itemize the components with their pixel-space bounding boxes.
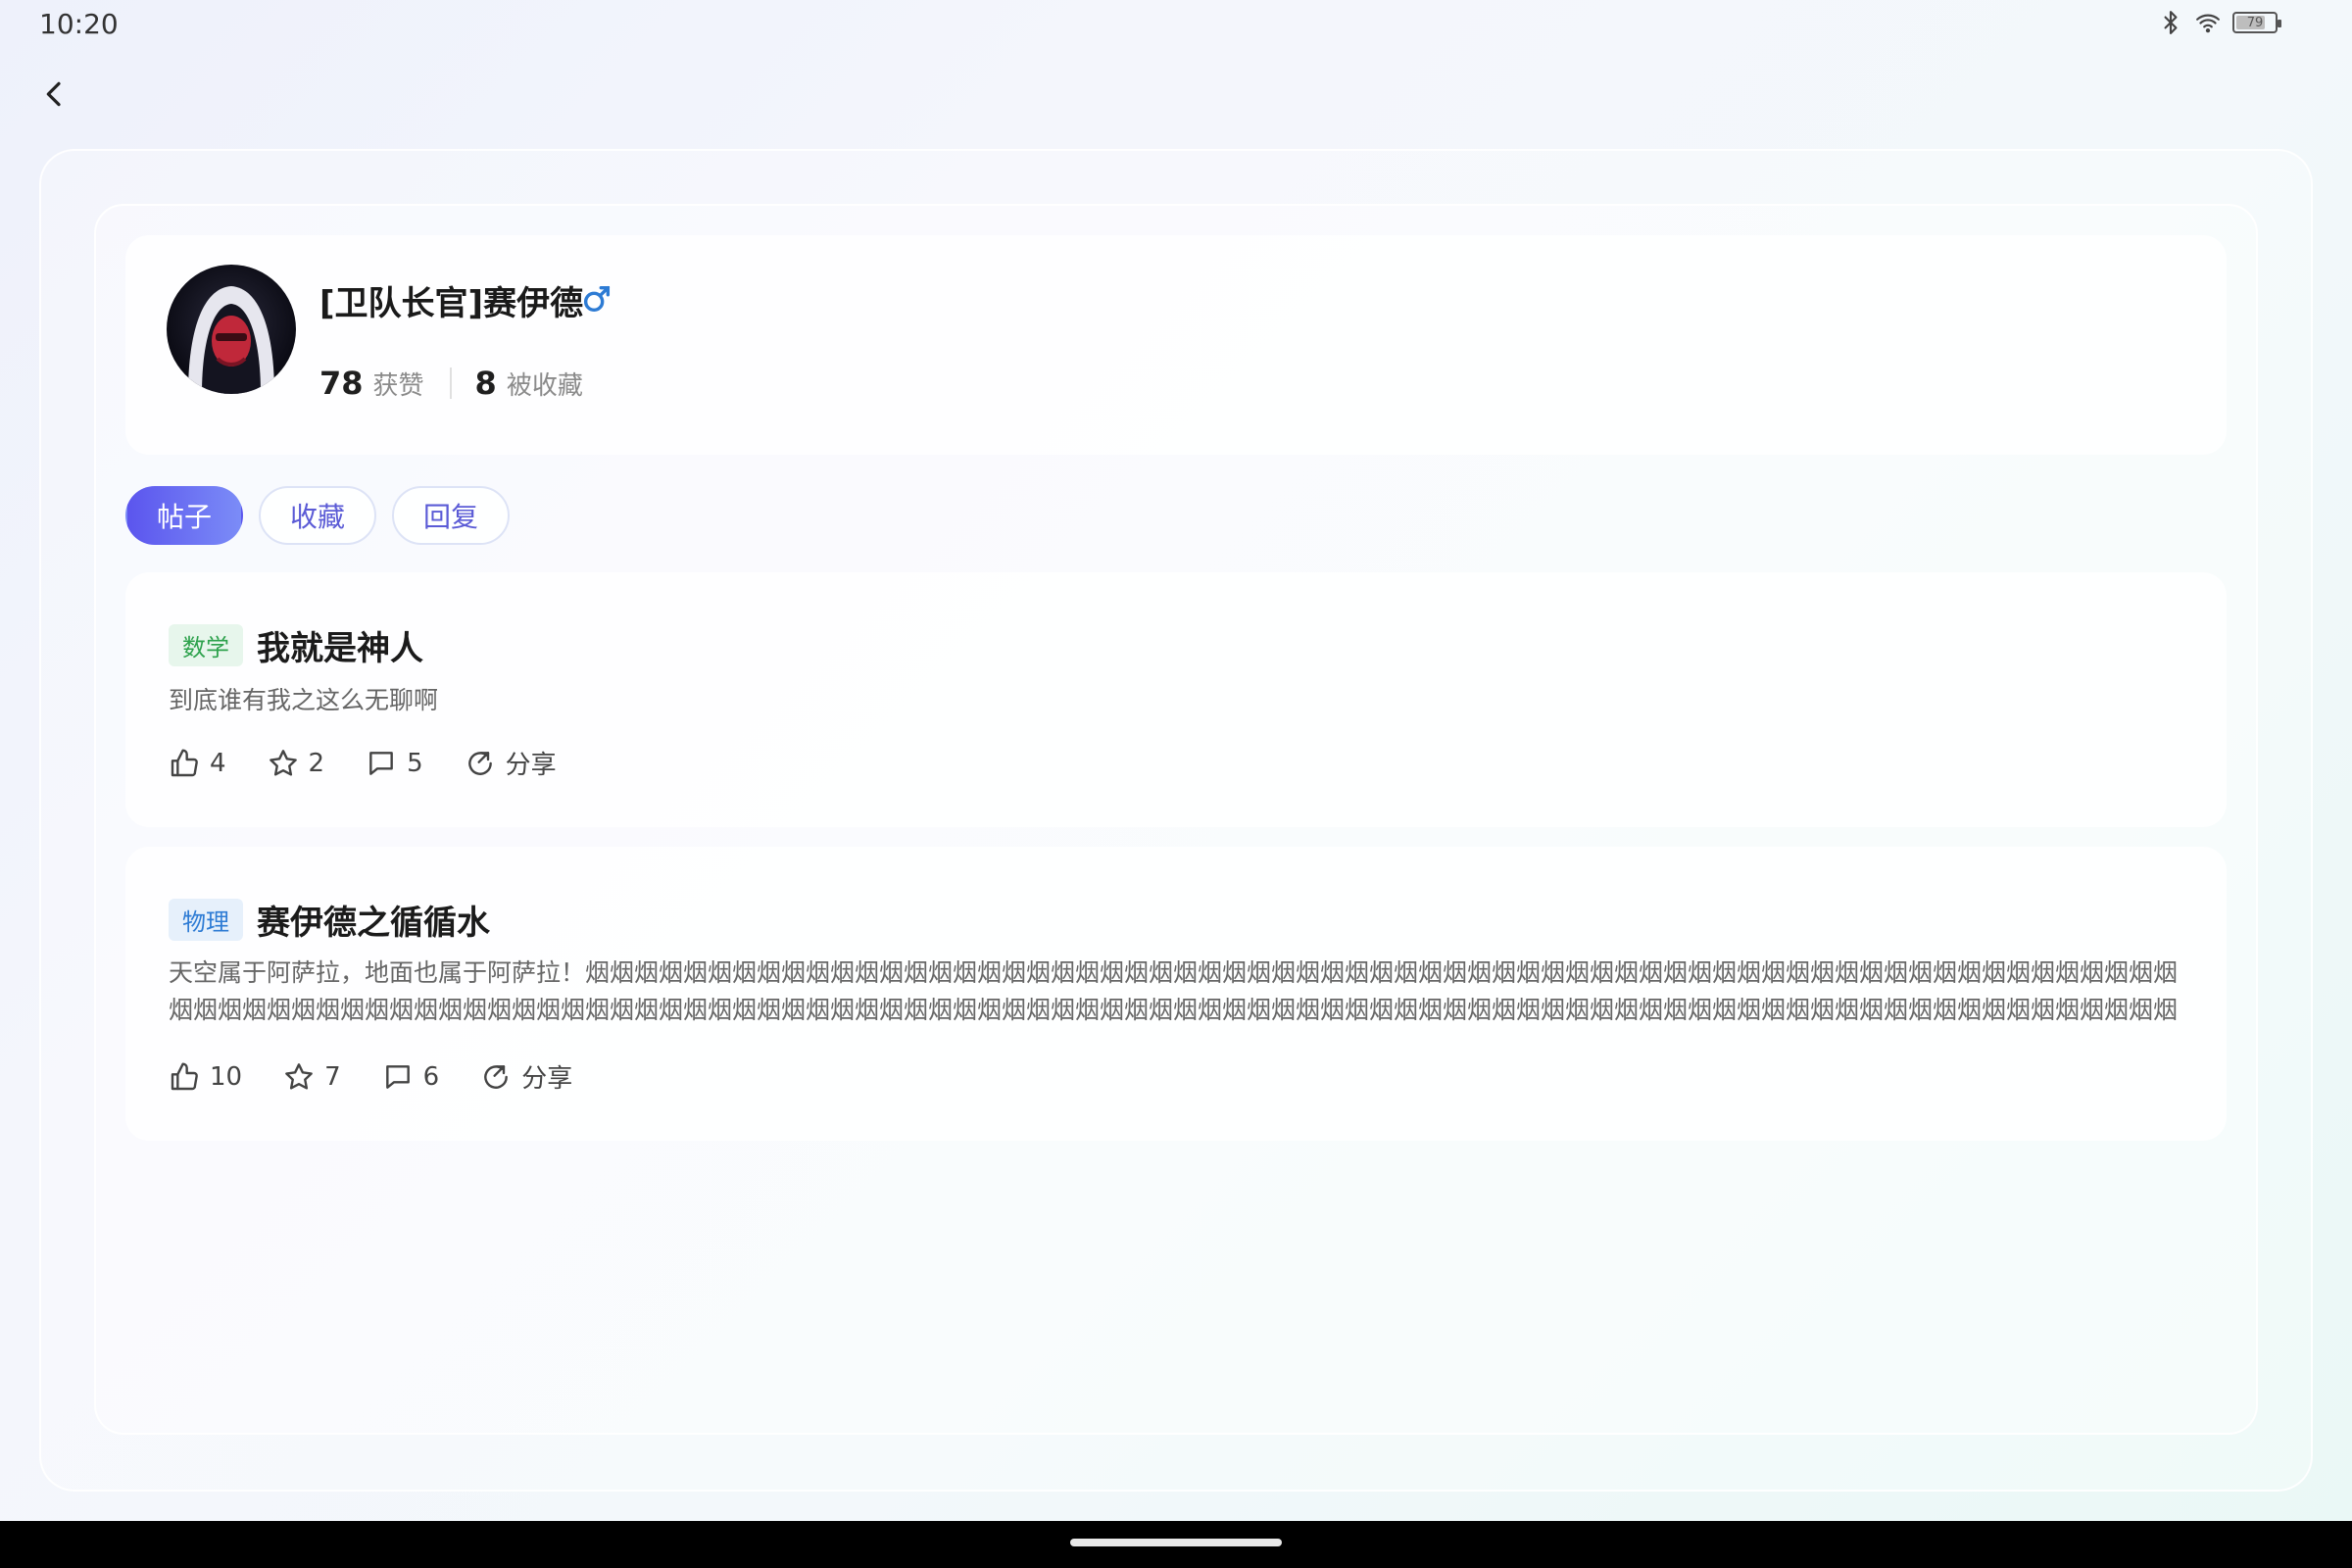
star-count: 7 (324, 1061, 341, 1092)
like-count: 4 (210, 748, 226, 778)
post-header: 物理 赛伊德之循循水 (169, 896, 490, 944)
post-card[interactable]: 物理 赛伊德之循循水 天空属于阿萨拉，地面也属于阿萨拉！烟烟烟烟烟烟烟烟烟烟烟烟… (125, 847, 2227, 1141)
star-button[interactable]: 2 (268, 748, 325, 779)
post-excerpt: 到底谁有我之这么无聊啊 (169, 686, 439, 714)
star-button[interactable]: 7 (283, 1061, 341, 1093)
battery-level: 79 (2246, 15, 2264, 30)
subject-tag: 数学 (169, 624, 243, 666)
likes-label: 获赞 (372, 370, 424, 401)
male-gender-icon (583, 285, 611, 313)
status-time: 10:20 (39, 8, 119, 40)
share-icon (484, 1064, 509, 1089)
post-header: 数学 我就是神人 (169, 621, 423, 669)
chevron-left-icon (46, 81, 61, 107)
like-count: 10 (210, 1061, 243, 1092)
navigation-bar (0, 1521, 2352, 1568)
post-actions: 4 2 5 分享 (169, 745, 598, 781)
home-indicator[interactable] (1070, 1539, 1282, 1546)
comment-icon (385, 1064, 410, 1089)
profile-stats: 78 获赞 8 被收藏 (319, 365, 583, 402)
bluetooth-icon (2164, 11, 2178, 34)
post-title: 赛伊德之循循水 (257, 904, 490, 943)
post-title: 我就是神人 (257, 629, 423, 668)
comment-count: 5 (407, 748, 423, 778)
wifi-icon (2196, 14, 2220, 33)
star-icon (269, 749, 297, 776)
star-count: 2 (308, 748, 325, 778)
profile-tabs: 帖子 收藏 回复 (125, 486, 511, 545)
star-icon (285, 1062, 313, 1090)
avatar[interactable] (167, 265, 296, 394)
status-icons: 79 (2158, 10, 2281, 35)
hooded-figure-icon (188, 286, 274, 394)
profile-card: [卫队长官]赛伊德 78 获赞 8 被收藏 (125, 235, 2227, 455)
comment-button[interactable]: 6 (382, 1061, 440, 1093)
like-button[interactable]: 4 (169, 748, 226, 779)
thumbs-up-icon (171, 1061, 198, 1090)
tab-replies[interactable]: 回复 (392, 486, 511, 545)
share-label: 分享 (505, 751, 557, 780)
share-label: 分享 (521, 1064, 573, 1094)
share-icon (467, 751, 492, 775)
favorited-count: 8 (474, 365, 497, 402)
comment-button[interactable]: 5 (366, 748, 423, 779)
thumbs-up-icon (171, 748, 198, 776)
comment-count: 6 (422, 1061, 440, 1092)
tab-favorites[interactable]: 收藏 (259, 486, 377, 545)
subject-tag: 物理 (169, 899, 243, 941)
comment-icon (369, 751, 393, 775)
like-button[interactable]: 10 (169, 1061, 242, 1093)
user-name: [卫队长官]赛伊德 (319, 284, 584, 323)
back-button[interactable] (33, 73, 76, 116)
tab-posts[interactable]: 帖子 (125, 486, 244, 545)
status-bar: 10:20 79 (0, 0, 2352, 49)
battery-icon: 79 (2232, 12, 2281, 33)
share-button[interactable]: 分享 (465, 745, 557, 781)
post-excerpt: 天空属于阿萨拉，地面也属于阿萨拉！烟烟烟烟烟烟烟烟烟烟烟烟烟烟烟烟烟烟烟烟烟烟烟… (169, 958, 2179, 1024)
post-actions: 10 7 6 分享 (169, 1058, 613, 1095)
post-card[interactable]: 数学 我就是神人 到底谁有我之这么无聊啊 4 2 5 分享 (125, 572, 2227, 827)
stats-divider (449, 368, 452, 399)
share-button[interactable]: 分享 (480, 1058, 572, 1095)
favorited-label: 被收藏 (506, 370, 583, 401)
likes-count: 78 (319, 365, 364, 402)
